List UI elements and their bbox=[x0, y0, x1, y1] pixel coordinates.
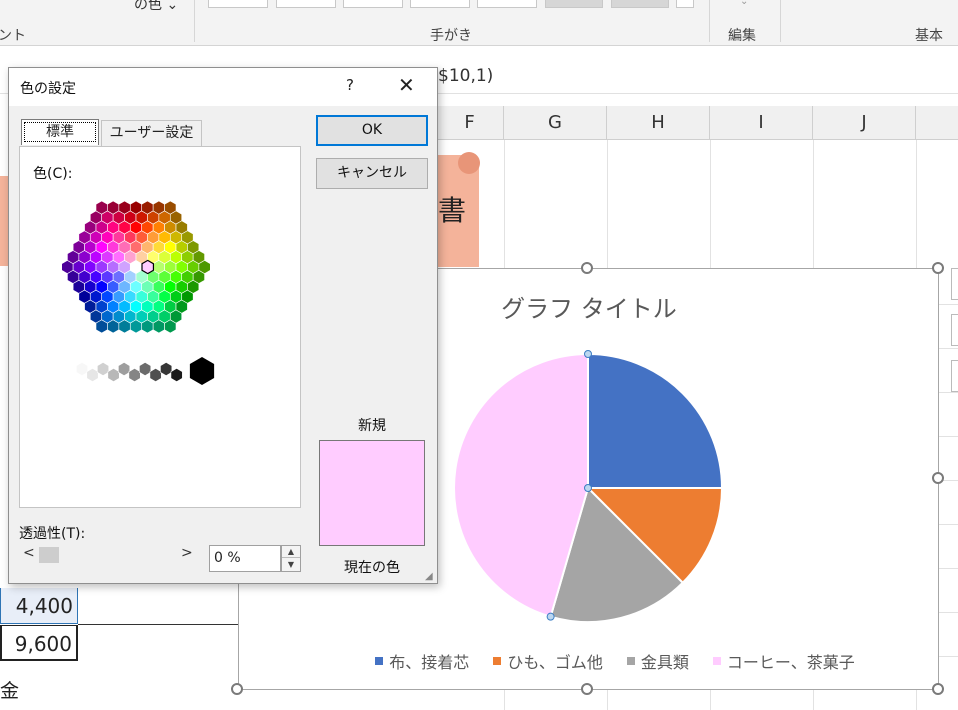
basic-group-label: 基本 bbox=[915, 28, 943, 44]
gray-swatch[interactable] bbox=[128, 368, 141, 382]
legend-swatch bbox=[375, 657, 384, 665]
column-header-j[interactable]: J bbox=[813, 106, 916, 140]
chart-filters-button[interactable] bbox=[951, 360, 958, 392]
sheet-left-area: 4,400 9,600 金 bbox=[0, 584, 240, 710]
gray-swatch[interactable] bbox=[75, 362, 89, 376]
resize-handle[interactable] bbox=[581, 262, 593, 274]
chart-legend[interactable]: 布、接着芯 ひも、ゴム他 金具類 コーヒー、茶菓子 bbox=[335, 649, 895, 673]
color-swatch[interactable] bbox=[198, 260, 211, 274]
stepper-down-icon[interactable]: ▼ bbox=[282, 559, 300, 571]
ok-button[interactable]: OK bbox=[316, 115, 428, 146]
legend-label: コーヒー、茶菓子 bbox=[726, 653, 855, 672]
legend-swatch bbox=[493, 657, 502, 665]
black-swatch[interactable] bbox=[189, 357, 215, 385]
gray-swatch[interactable] bbox=[97, 362, 110, 376]
tab-custom[interactable]: ユーザー設定 bbox=[101, 120, 202, 146]
gray-swatch[interactable] bbox=[160, 362, 173, 376]
legend-swatch bbox=[626, 657, 635, 665]
cell-value[interactable]: 4,400 bbox=[0, 588, 78, 624]
cell-border bbox=[78, 624, 238, 625]
dialog-title: 色の設定 bbox=[20, 81, 76, 97]
font-color-button[interactable]: の色 ⌄ bbox=[134, 0, 178, 14]
ribbon-divider bbox=[194, 0, 195, 42]
chart-styles-button[interactable] bbox=[951, 314, 958, 346]
slice-selection-handle[interactable] bbox=[546, 612, 555, 621]
hexagon-color-picker[interactable] bbox=[20, 147, 300, 387]
chart-elements-button[interactable] bbox=[951, 268, 958, 300]
legend-item[interactable]: コーヒー、茶菓子 bbox=[712, 649, 855, 673]
slice-selection-handle[interactable] bbox=[584, 350, 592, 358]
cell-label[interactable]: 金 bbox=[0, 676, 19, 703]
close-icon[interactable]: ✕ bbox=[398, 73, 415, 97]
pen-group-label: 手がき bbox=[430, 28, 472, 44]
gray-swatch[interactable] bbox=[118, 362, 131, 376]
dialog-titlebar[interactable]: 色の設定 ? ✕ bbox=[9, 68, 437, 106]
legend-label: ひも、ゴム他 bbox=[507, 653, 603, 672]
column-header-f[interactable]: F bbox=[436, 106, 504, 140]
gray-swatch[interactable] bbox=[139, 362, 152, 376]
pen-style-7[interactable] bbox=[611, 0, 669, 8]
chevron-down-icon[interactable]: ⌄ bbox=[740, 0, 748, 7]
resize-handle[interactable] bbox=[581, 683, 593, 695]
slider-thumb[interactable] bbox=[39, 547, 59, 563]
chevron-right-icon[interactable]: > bbox=[181, 545, 193, 561]
formula-text[interactable]: $10,1) bbox=[438, 66, 493, 86]
edit-group-label: 編集 bbox=[728, 28, 756, 44]
gray-swatch[interactable] bbox=[86, 368, 99, 382]
gray-swatch[interactable] bbox=[149, 368, 162, 382]
resize-handle[interactable] bbox=[932, 262, 944, 274]
pie-slice[interactable] bbox=[587, 352, 724, 489]
banner-text: 書 bbox=[438, 194, 467, 227]
transparency-input[interactable]: 0 % bbox=[209, 545, 281, 572]
pen-style-3[interactable] bbox=[343, 0, 403, 8]
chevron-left-icon[interactable]: < bbox=[23, 545, 35, 561]
color-preview bbox=[319, 440, 425, 546]
cell-value[interactable]: 9,600 bbox=[0, 625, 78, 661]
pen-style-5[interactable] bbox=[477, 0, 537, 8]
transparency-slider[interactable]: < > bbox=[19, 544, 197, 566]
pen-style-1[interactable] bbox=[208, 0, 268, 8]
help-button[interactable]: ? bbox=[346, 76, 354, 94]
standard-color-panel: 色(C): bbox=[19, 146, 301, 508]
legend-item[interactable]: 布、接着芯 bbox=[375, 649, 469, 673]
column-header-g[interactable]: G bbox=[504, 106, 607, 140]
ribbon-divider bbox=[780, 0, 781, 42]
legend-swatch bbox=[712, 657, 721, 665]
font-group-label: ント bbox=[0, 28, 26, 44]
resize-handle[interactable] bbox=[231, 683, 243, 695]
stepper-up-icon[interactable]: ▲ bbox=[282, 546, 300, 558]
resize-handle[interactable] bbox=[932, 683, 944, 695]
resize-handle[interactable] bbox=[932, 472, 944, 484]
new-color-label: 新規 bbox=[358, 418, 386, 434]
transparency-stepper[interactable]: ▲ ▼ bbox=[281, 545, 301, 572]
pen-style-4[interactable] bbox=[410, 0, 470, 8]
gray-swatch[interactable] bbox=[170, 368, 183, 382]
pen-style-2[interactable] bbox=[276, 0, 336, 8]
column-header-row: F G H I J bbox=[436, 106, 958, 140]
selected-color-swatch[interactable] bbox=[141, 259, 155, 275]
gray-swatch[interactable] bbox=[107, 368, 120, 382]
column-header-i[interactable]: I bbox=[710, 106, 813, 140]
slice-selection-handle[interactable] bbox=[584, 484, 592, 492]
legend-label: 布、接着芯 bbox=[389, 653, 470, 672]
pen-gallery-more-button[interactable] bbox=[676, 0, 694, 8]
banner-scroll-end bbox=[458, 152, 480, 174]
legend-item[interactable]: ひも、ゴム他 bbox=[493, 649, 603, 673]
current-color-label: 現在の色 bbox=[344, 560, 400, 576]
pen-style-6[interactable] bbox=[545, 0, 603, 8]
ribbon-divider bbox=[709, 0, 710, 42]
resize-grip-icon[interactable]: ◢ bbox=[425, 571, 433, 582]
cancel-button[interactable]: キャンセル bbox=[316, 158, 428, 189]
color-dialog: 色の設定 ? ✕ 標準 ユーザー設定 色(C): 透過性(T): < > 0 %… bbox=[8, 67, 438, 584]
column-header-h[interactable]: H bbox=[607, 106, 710, 140]
legend-item[interactable]: 金具類 bbox=[626, 649, 689, 673]
transparency-label: 透過性(T): bbox=[19, 526, 86, 542]
tab-standard[interactable]: 標準 bbox=[21, 119, 99, 145]
ribbon: の色 ⌄ ント 手がき ⌄ 編集 基本 bbox=[0, 0, 958, 46]
legend-label: 金具類 bbox=[640, 653, 689, 672]
